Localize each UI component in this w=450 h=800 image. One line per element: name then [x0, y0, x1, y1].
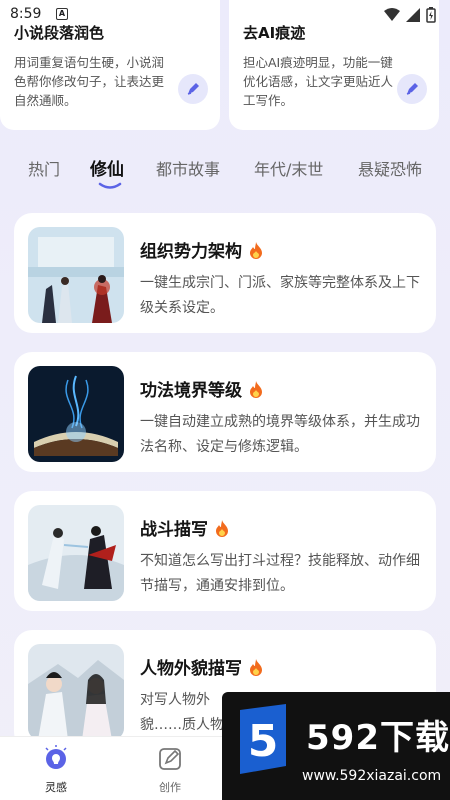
pen-button[interactable]: [178, 74, 208, 104]
card-title-text: 人物外貌描写: [140, 659, 242, 679]
card-desc: 一键自动建立成熟的境界等级体系，并生成功法名称、设定与修炼逻辑。: [140, 414, 420, 455]
card-title-text: 功法境界等级: [140, 381, 242, 401]
nav-label: 创作: [159, 781, 181, 794]
watermark-logo: 5 592下载 www.592xiazai.com: [222, 692, 450, 800]
edit-icon: [159, 748, 181, 770]
card-title: 组织势力架构: [140, 237, 264, 262]
tool-card-battle[interactable]: 战斗描写 不知道怎么写出打斗过程？技能释放、动作细节描写，通通安排到位。: [14, 491, 436, 611]
card-title-text: 组织势力架构: [140, 242, 242, 262]
category-tabs: 热门 修仙 都市故事 年代/末世 悬疑恐怖: [0, 152, 450, 192]
fire-icon: [250, 380, 262, 398]
active-tab-indicator: [98, 182, 122, 189]
card-thumbnail: [28, 505, 124, 601]
fire-icon: [250, 241, 262, 259]
lightbulb-icon: [45, 745, 67, 769]
pen-icon: [187, 83, 199, 95]
watermark-title: 592下载: [306, 718, 450, 758]
card-title-text: 战斗描写: [140, 520, 208, 540]
notification-icon: A: [56, 8, 68, 20]
tab-urban[interactable]: 都市故事: [156, 156, 220, 180]
card-title: 功法境界等级: [140, 376, 264, 401]
card-desc: 一键生成宗门、门派、家族等完整体系及上下级关系设定。: [140, 275, 420, 316]
tab-suspense[interactable]: 悬疑恐怖: [358, 156, 422, 180]
card-thumbnail: [28, 227, 124, 323]
status-icons: [384, 7, 436, 23]
nav-create[interactable]: 创作: [140, 745, 200, 795]
card-thumbnail: [28, 366, 124, 462]
status-bar: 8:59 A: [0, 0, 450, 28]
svg-text:5: 5: [248, 716, 279, 767]
wifi-icon: [384, 8, 400, 21]
nav-label: 灵感: [45, 781, 67, 794]
tool-card-org[interactable]: 组织势力架构 一键生成宗门、门派、家族等完整体系及上下级关系设定。: [14, 213, 436, 333]
card-title: 人物外貌描写: [140, 654, 264, 679]
feature-card-desc: 担心AI痕迹明显，功能一键优化语感，让文字更贴近人工写作。: [243, 55, 394, 108]
pen-icon: [406, 83, 418, 95]
tab-hot[interactable]: 热门: [28, 156, 60, 180]
card-thumbnail: [28, 644, 124, 740]
card-title: 战斗描写: [140, 515, 230, 540]
tab-era[interactable]: 年代/末世: [254, 156, 323, 180]
tool-card-realm[interactable]: 功法境界等级 一键自动建立成熟的境界等级体系，并生成功法名称、设定与修炼逻辑。: [14, 352, 436, 472]
pen-button[interactable]: [397, 74, 427, 104]
status-time: 8:59: [10, 6, 42, 22]
nav-inspiration[interactable]: 灵感: [26, 745, 86, 795]
card-desc: 不知道怎么写出打斗过程？技能释放、动作细节描写，通通安排到位。: [140, 553, 420, 594]
tab-xiuxian[interactable]: 修仙: [90, 155, 124, 180]
signal-icon: [406, 8, 420, 22]
watermark-url: www.592xiazai.com: [302, 768, 442, 784]
fire-icon: [250, 658, 262, 676]
watermark-mark: 5: [240, 704, 286, 774]
feature-card-desc: 用词重复语句生硬，小说润色帮你修改句子，让表达更自然通顺。: [14, 55, 165, 108]
battery-icon: [426, 7, 436, 23]
fire-icon: [216, 519, 228, 537]
